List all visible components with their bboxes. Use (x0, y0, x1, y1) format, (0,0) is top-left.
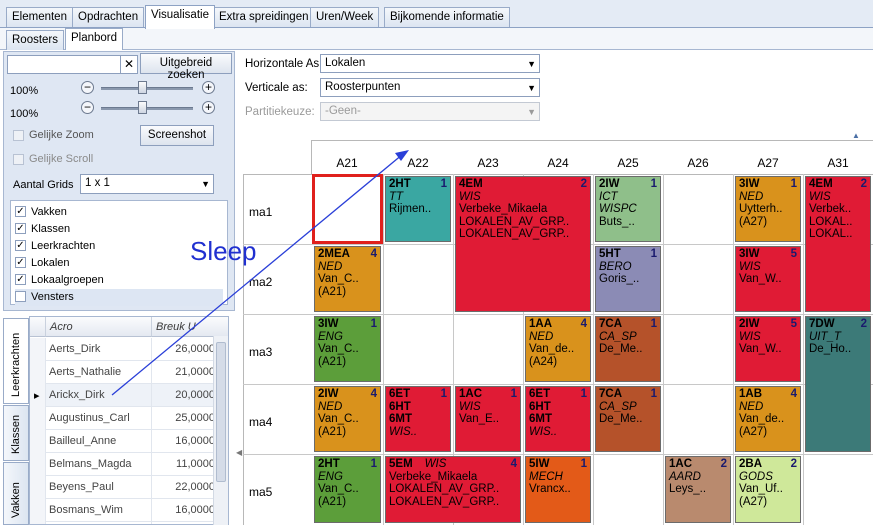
drag-label: Sleep (190, 236, 257, 266)
drag-arrow-overlay (111, 150, 409, 396)
tab-planbord[interactable]: Planbord (65, 28, 124, 50)
tab-visualisatie[interactable]: Visualisatie (145, 5, 215, 29)
drag-arrow-line (111, 153, 404, 396)
